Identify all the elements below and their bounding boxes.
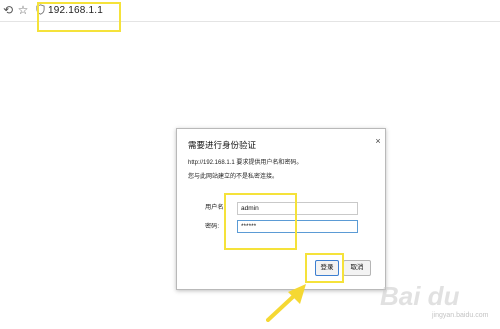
auth-dialog: 需要进行身份验证 × http://192.168.1.1 要求提供用户名和密码… [176, 128, 386, 290]
browser-toolbar: ⟲ ☆ 192.168.1.1 [0, 0, 500, 22]
username-input[interactable] [237, 202, 358, 215]
close-icon[interactable]: × [373, 136, 383, 146]
dialog-title: 需要进行身份验证 [188, 140, 257, 150]
dialog-message: http://192.168.1.1 要求提供用户名和密码。 [188, 160, 303, 166]
watermark-logo: Bai du [380, 281, 460, 311]
address-bar[interactable]: 192.168.1.1 [48, 5, 103, 17]
undo-icon[interactable]: ⟲ [1, 3, 15, 17]
password-label: 密码: [205, 223, 220, 230]
cancel-button[interactable]: 取消 [343, 260, 371, 276]
watermark-url: jingyan.baidu.com [432, 312, 489, 319]
password-input[interactable] [237, 220, 358, 233]
shield-icon [36, 4, 45, 15]
login-button[interactable]: 登录 [315, 260, 339, 276]
dialog-warning: 您与此网站建立的不是私密连接。 [188, 174, 279, 180]
username-label: 用户名: [205, 204, 226, 211]
star-icon[interactable]: ☆ [16, 3, 30, 17]
pointer-arrow-icon [266, 284, 306, 322]
